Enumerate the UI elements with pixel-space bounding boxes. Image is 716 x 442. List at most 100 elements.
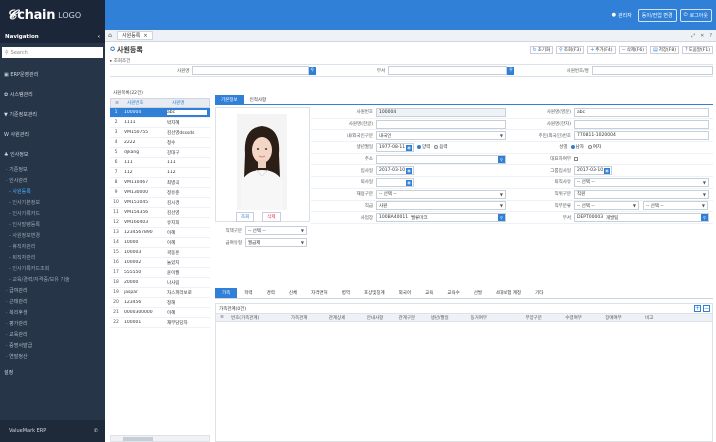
filter-name-input[interactable]: [192, 66, 309, 75]
list-item[interactable]: 14 10000 이혜: [110, 238, 210, 248]
grid-col-header[interactable]: 비고: [642, 315, 712, 321]
user-indicator[interactable]: ● 관리자: [609, 10, 635, 21]
sidebar-item[interactable]: ▼ 기준정보관리: [0, 104, 105, 124]
list-item[interactable]: 13 1234567890 이혜: [110, 228, 210, 238]
sub-tab[interactable]: 가족: [215, 288, 238, 298]
list-item[interactable]: 8 VM110467 최병곡: [110, 178, 210, 188]
sidebar-item[interactable]: - 인사기록카드조회: [0, 263, 105, 274]
filter-dept-search-icon[interactable]: ⚲: [507, 66, 515, 75]
position-select[interactable]: 직원 ▼: [574, 189, 709, 199]
collapse-icon[interactable]: ‹: [98, 34, 100, 40]
list-item[interactable]: 12 VM160403 유지희: [110, 218, 210, 228]
list-item[interactable]: 2 1111 박지혜: [110, 118, 210, 128]
list-item[interactable]: 11 VM154356 김선영: [110, 208, 210, 218]
sidebar-item[interactable]: - 사원정보변경: [0, 230, 105, 241]
grid-col-header[interactable]: 수령여부: [562, 315, 602, 321]
female-radio[interactable]: 여자: [587, 144, 601, 150]
sidebar-item[interactable]: - 교육/경력/자격증/보유 기술: [0, 274, 105, 285]
sidebar-item[interactable]: · 복리후생: [0, 307, 105, 318]
list-menu-icon[interactable]: ≡: [111, 101, 123, 106]
toolbar-button[interactable]: + 추가(F4): [587, 45, 616, 54]
sub-tab[interactable]: 신체: [282, 288, 304, 298]
lunar-radio[interactable]: 음력: [434, 144, 448, 150]
list-item[interactable]: 6 111 111: [110, 158, 210, 168]
toolbar-button[interactable]: − 삭제(F6): [618, 45, 647, 54]
sidebar-item[interactable]: · 증명서발급: [0, 340, 105, 351]
jobclass-select-2[interactable]: -- 선택 -- ▼: [643, 201, 708, 211]
expand-icon[interactable]: ⤢: [691, 33, 695, 39]
rrn-field[interactable]: 770811-1020004: [574, 131, 709, 141]
list-scrollbar[interactable]: [110, 435, 210, 442]
male-radio[interactable]: 남자: [570, 144, 584, 150]
sidebar-item[interactable]: · 교육관리: [0, 329, 105, 340]
list-item[interactable]: 5 djkang 강대구: [110, 148, 210, 158]
grid-col-header[interactable]: 부양구분: [522, 315, 562, 321]
toolbar-button[interactable]: ⚲ 조회(F3): [556, 45, 585, 54]
list-item[interactable]: 9 VM130000 정유준: [110, 188, 210, 198]
list-item[interactable]: 1 100004 abc: [110, 108, 210, 118]
change-company-button[interactable]: 동이/컨업 변경: [637, 8, 677, 22]
rep-checkbox[interactable]: [574, 157, 578, 162]
sub-tab[interactable]: 학력: [237, 288, 259, 298]
join-field[interactable]: 2017-03-10 ▦: [376, 166, 414, 176]
nationality-select[interactable]: 내국인 ▼: [376, 131, 506, 141]
sidebar-search-input[interactable]: ⚲ Search: [2, 47, 103, 58]
list-item[interactable]: 4 2222 청수: [110, 138, 210, 148]
address-field[interactable]: ⚲: [376, 154, 506, 164]
photo-search-button[interactable]: 조회: [236, 212, 255, 222]
chn-name-field[interactable]: [574, 119, 709, 129]
sidebar-item[interactable]: · 연말정산: [0, 351, 105, 362]
tab-basic-info[interactable]: 기본정보: [215, 95, 244, 104]
tab-employee-registration[interactable]: 사원등록 ×: [117, 31, 153, 40]
grid-col-header[interactable]: 관계상세: [326, 315, 364, 321]
sub-tab[interactable]: 교육수: [440, 288, 466, 298]
sidebar-item[interactable]: · 급여관리: [0, 285, 105, 296]
list-col-name[interactable]: 사원명: [168, 100, 208, 106]
close-icon[interactable]: ×: [143, 33, 147, 39]
group-join-field[interactable]: 2017-03-10 ▦: [574, 166, 612, 176]
list-item[interactable]: 18 20000 나사림: [110, 278, 210, 288]
sidebar-item[interactable]: - 사원등록: [0, 186, 105, 197]
list-item[interactable]: 20 123456 정해: [110, 298, 210, 308]
sub-tab[interactable]: 포상및징계: [357, 288, 392, 298]
list-item[interactable]: 21 0000300000 이혜: [110, 308, 210, 318]
list-item[interactable]: 10 VM151045 김시경: [110, 198, 210, 208]
list-item[interactable]: 17 555550 윤이월: [110, 268, 210, 278]
birth-field[interactable]: 1977-08-11 ▦: [376, 142, 414, 152]
grade-select[interactable]: 사원 ▼: [376, 201, 506, 211]
sub-tab[interactable]: 외국어: [392, 288, 418, 298]
grid-col-header[interactable]: 생년/월일: [428, 315, 468, 321]
sidebar-item[interactable]: · 근태관리: [0, 296, 105, 307]
filter-empno-input[interactable]: [591, 66, 713, 75]
toolbar-button[interactable]: ↻ 초기화: [529, 45, 554, 54]
grid-menu-icon[interactable]: ≡: [216, 315, 228, 320]
grid-col-header[interactable]: 번호(가족관계): [228, 315, 288, 321]
jobclass-select-1[interactable]: -- 선택 -- ▼: [574, 201, 639, 211]
sub-tab[interactable]: 4대보험 계정: [489, 288, 528, 298]
toolbar-button[interactable]: ▤ 저장(F8): [649, 45, 679, 54]
payg-select[interactable]: 월급제 ▼: [245, 238, 307, 248]
eng-name-field[interactable]: abc: [574, 107, 709, 117]
list-item[interactable]: 16 100002 놀았지: [110, 258, 210, 268]
filter-name-search-icon[interactable]: ⚲: [308, 66, 316, 75]
list-item[interactable]: 15 100003 곽동훈: [110, 248, 210, 258]
sidebar-item[interactable]: - 인사기본정보: [0, 197, 105, 208]
sidebar-item[interactable]: · 인사관리: [0, 175, 105, 186]
sub-tab[interactable]: 자격면허: [304, 288, 335, 298]
sidebar-item[interactable]: ✿ 시스템관리: [0, 84, 105, 104]
grid-col-header[interactable]: 동거여부: [467, 315, 522, 321]
brand-logo[interactable]: 𝓒 chain LOGO: [0, 0, 105, 30]
list-item[interactable]: 3 VM150755 김선영dsssds: [110, 128, 210, 138]
sidebar-item[interactable]: ♣ 인사정보: [0, 144, 105, 164]
dept-field[interactable]: DEPT00003 개발팀 ⚲: [574, 213, 709, 223]
sub-tab[interactable]: 선발: [467, 288, 489, 298]
sidebar-item[interactable]: · 기준정보: [0, 164, 105, 175]
toolbar-button[interactable]: ? 도움말(F1): [681, 45, 713, 54]
phone-icon[interactable]: ✆: [94, 428, 98, 434]
grid-col-header[interactable]: 안내사항: [364, 315, 396, 321]
help-icon[interactable]: ?: [709, 33, 712, 39]
sidebar-item[interactable]: - 인사발령등록: [0, 219, 105, 230]
grid-col-header[interactable]: 가족관계: [288, 315, 326, 321]
empno-field[interactable]: 100004: [376, 107, 506, 117]
sub-tab[interactable]: 교육: [418, 288, 440, 298]
